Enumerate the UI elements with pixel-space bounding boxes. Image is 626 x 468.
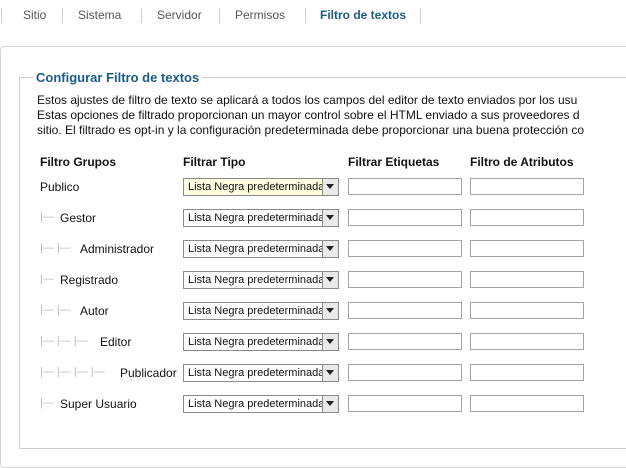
chevron-down-icon[interactable] [322, 272, 338, 288]
tab-separator [141, 8, 142, 23]
select-value: Lista Negra predeterminada [188, 336, 325, 348]
chevron-down-icon[interactable] [322, 303, 338, 319]
chevron-down-icon[interactable] [322, 179, 338, 195]
group-label: Administrador [80, 242, 155, 256]
select-value: Lista Negra predeterminada [188, 212, 325, 224]
select-value: Lista Negra predeterminada [188, 181, 325, 193]
filter-type-select[interactable]: Lista Negra predeterminada [183, 333, 339, 351]
tree-indent: |— |— [40, 242, 71, 254]
table-row: |— |— |— |— Publicador Lista Negra prede… [0, 364, 626, 384]
tab-separator [62, 8, 63, 23]
tab-permisos[interactable]: Permisos [235, 8, 285, 22]
filter-type-select[interactable]: Lista Negra predeterminada [183, 395, 339, 413]
section-description: Estos ajustes de filtro de texto se apli… [37, 93, 626, 138]
filter-type-select[interactable]: Lista Negra predeterminada [183, 209, 339, 227]
filter-attributes-input[interactable] [470, 178, 584, 195]
table-row: |— Super Usuario Lista Negra predetermin… [0, 395, 626, 415]
tab-separator [1, 8, 2, 23]
filter-attributes-input[interactable] [470, 333, 584, 350]
tree-indent: |— [40, 397, 54, 409]
tab-separator [305, 8, 306, 23]
table-row: |— |— |— Editor Lista Negra predetermina… [0, 333, 626, 353]
chevron-down-icon[interactable] [322, 241, 338, 257]
select-value: Lista Negra predeterminada [188, 367, 325, 379]
tab-separator [420, 8, 421, 23]
select-value: Lista Negra predeterminada [188, 274, 325, 286]
description-line: sitio. El filtrado es opt-in y la config… [37, 123, 584, 137]
filter-tags-input[interactable] [348, 271, 462, 288]
filter-type-select[interactable]: Lista Negra predeterminada [183, 178, 339, 196]
filter-tags-input[interactable] [348, 178, 462, 195]
tree-indent: |— [40, 211, 54, 223]
table-row: |— |— Administrador Lista Negra predeter… [0, 240, 626, 260]
filter-tags-input[interactable] [348, 302, 462, 319]
filter-type-select[interactable]: Lista Negra predeterminada [183, 271, 339, 289]
group-label: Publico [40, 180, 80, 194]
table-row: Publico Lista Negra predeterminada [0, 178, 626, 198]
tab-servidor[interactable]: Servidor [157, 8, 202, 22]
chevron-down-icon[interactable] [322, 365, 338, 381]
tab-filtro-de-textos[interactable]: Filtro de textos [320, 8, 406, 22]
header-filtro-atributos: Filtro de Atributos [470, 155, 574, 169]
select-value: Lista Negra predeterminada [188, 243, 325, 255]
tree-indent: |— [40, 273, 54, 285]
group-label: Publicador [120, 366, 177, 380]
table-row: |— |— Autor Lista Negra predeterminada [0, 302, 626, 322]
group-label: Super Usuario [60, 397, 137, 411]
group-label: Autor [80, 304, 109, 318]
table-row: |— Gestor Lista Negra predeterminada [0, 209, 626, 229]
group-label: Registrado [60, 273, 119, 287]
header-filtrar-tipo: Filtrar Tipo [183, 155, 246, 169]
section-legend: Configurar Filtro de textos [33, 70, 203, 86]
group-label: Editor [100, 335, 132, 349]
tree-indent: |— |— |— |— [40, 366, 105, 378]
chevron-down-icon[interactable] [322, 334, 338, 350]
group-label: Gestor [60, 211, 97, 225]
select-value: Lista Negra predeterminada [188, 398, 325, 410]
table-row: |— Registrado Lista Negra predeterminada [0, 271, 626, 291]
header-filtrar-etiquetas: Filtrar Etiquetas [348, 155, 440, 169]
filter-tags-input[interactable] [348, 240, 462, 257]
tab-separator [219, 8, 220, 23]
select-value: Lista Negra predeterminada [188, 305, 325, 317]
filter-tags-input[interactable] [348, 395, 462, 412]
filter-type-select[interactable]: Lista Negra predeterminada [183, 364, 339, 382]
filter-type-select[interactable]: Lista Negra predeterminada [183, 302, 339, 320]
description-line: Estas opciones de filtrado proporcionan … [37, 108, 580, 122]
filter-attributes-input[interactable] [470, 240, 584, 257]
tab-bar: Sitio Sistema Servidor Permisos Filtro d… [0, 0, 626, 30]
chevron-down-icon[interactable] [322, 396, 338, 412]
tree-indent: |— |— [40, 304, 71, 316]
filter-tags-input[interactable] [348, 364, 462, 381]
filter-tags-input[interactable] [348, 209, 462, 226]
tab-sistema[interactable]: Sistema [78, 8, 121, 22]
filter-type-select[interactable]: Lista Negra predeterminada [183, 240, 339, 258]
filter-attributes-input[interactable] [470, 209, 584, 226]
filter-attributes-input[interactable] [470, 302, 584, 319]
tab-sitio[interactable]: Sitio [23, 8, 46, 22]
filter-attributes-input[interactable] [470, 395, 584, 412]
chevron-down-icon[interactable] [322, 210, 338, 226]
header-filtro-grupos: Filtro Grupos [40, 155, 116, 169]
description-line: Estos ajustes de filtro de texto se apli… [37, 93, 578, 107]
filter-tags-input[interactable] [348, 333, 462, 350]
filter-attributes-input[interactable] [470, 364, 584, 381]
filter-attributes-input[interactable] [470, 271, 584, 288]
tree-indent: |— |— |— [40, 335, 88, 347]
